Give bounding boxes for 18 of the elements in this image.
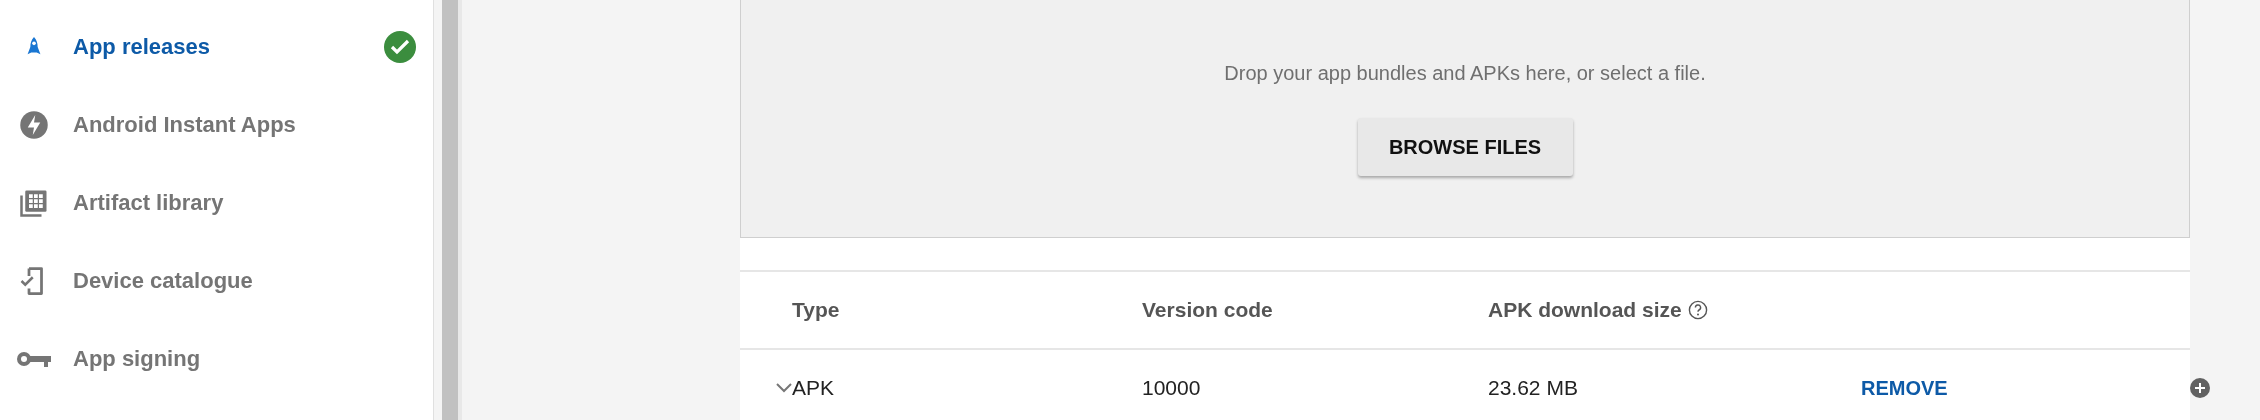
- table-cell-text: 10000: [1142, 376, 1202, 400]
- sidebar-item[interactable]: App releases: [0, 8, 433, 86]
- sidebar-item[interactable]: App signing: [0, 320, 433, 398]
- column-header: Type: [792, 298, 841, 322]
- drop-zone[interactable]: Drop your app bundles and APKs here, or select a file. BROWSE FILES: [740, 0, 2190, 238]
- table-cell-text: APK: [792, 376, 836, 400]
- remove-link[interactable]: REMOVE: [1861, 376, 1948, 400]
- browse-files-button[interactable]: BROWSE FILES: [1357, 118, 1573, 176]
- sidebar-item[interactable]: Android Instant Apps: [0, 86, 433, 164]
- drop-message: Drop your app bundles and APKs here, or select a file.: [1224, 62, 1706, 85]
- sidebar-item[interactable]: Device catalogue: [0, 242, 433, 320]
- sidebar-item[interactable]: Artifact library: [0, 164, 433, 242]
- table-cell-text: 23.62 MB: [1488, 376, 1579, 400]
- help-icon[interactable]: [1687, 300, 1708, 320]
- column-header: APK download size: [1488, 298, 1682, 322]
- scrollbar[interactable]: [442, 0, 462, 420]
- add-icon[interactable]: [2190, 378, 2210, 398]
- column-header: Version code: [1142, 298, 1274, 322]
